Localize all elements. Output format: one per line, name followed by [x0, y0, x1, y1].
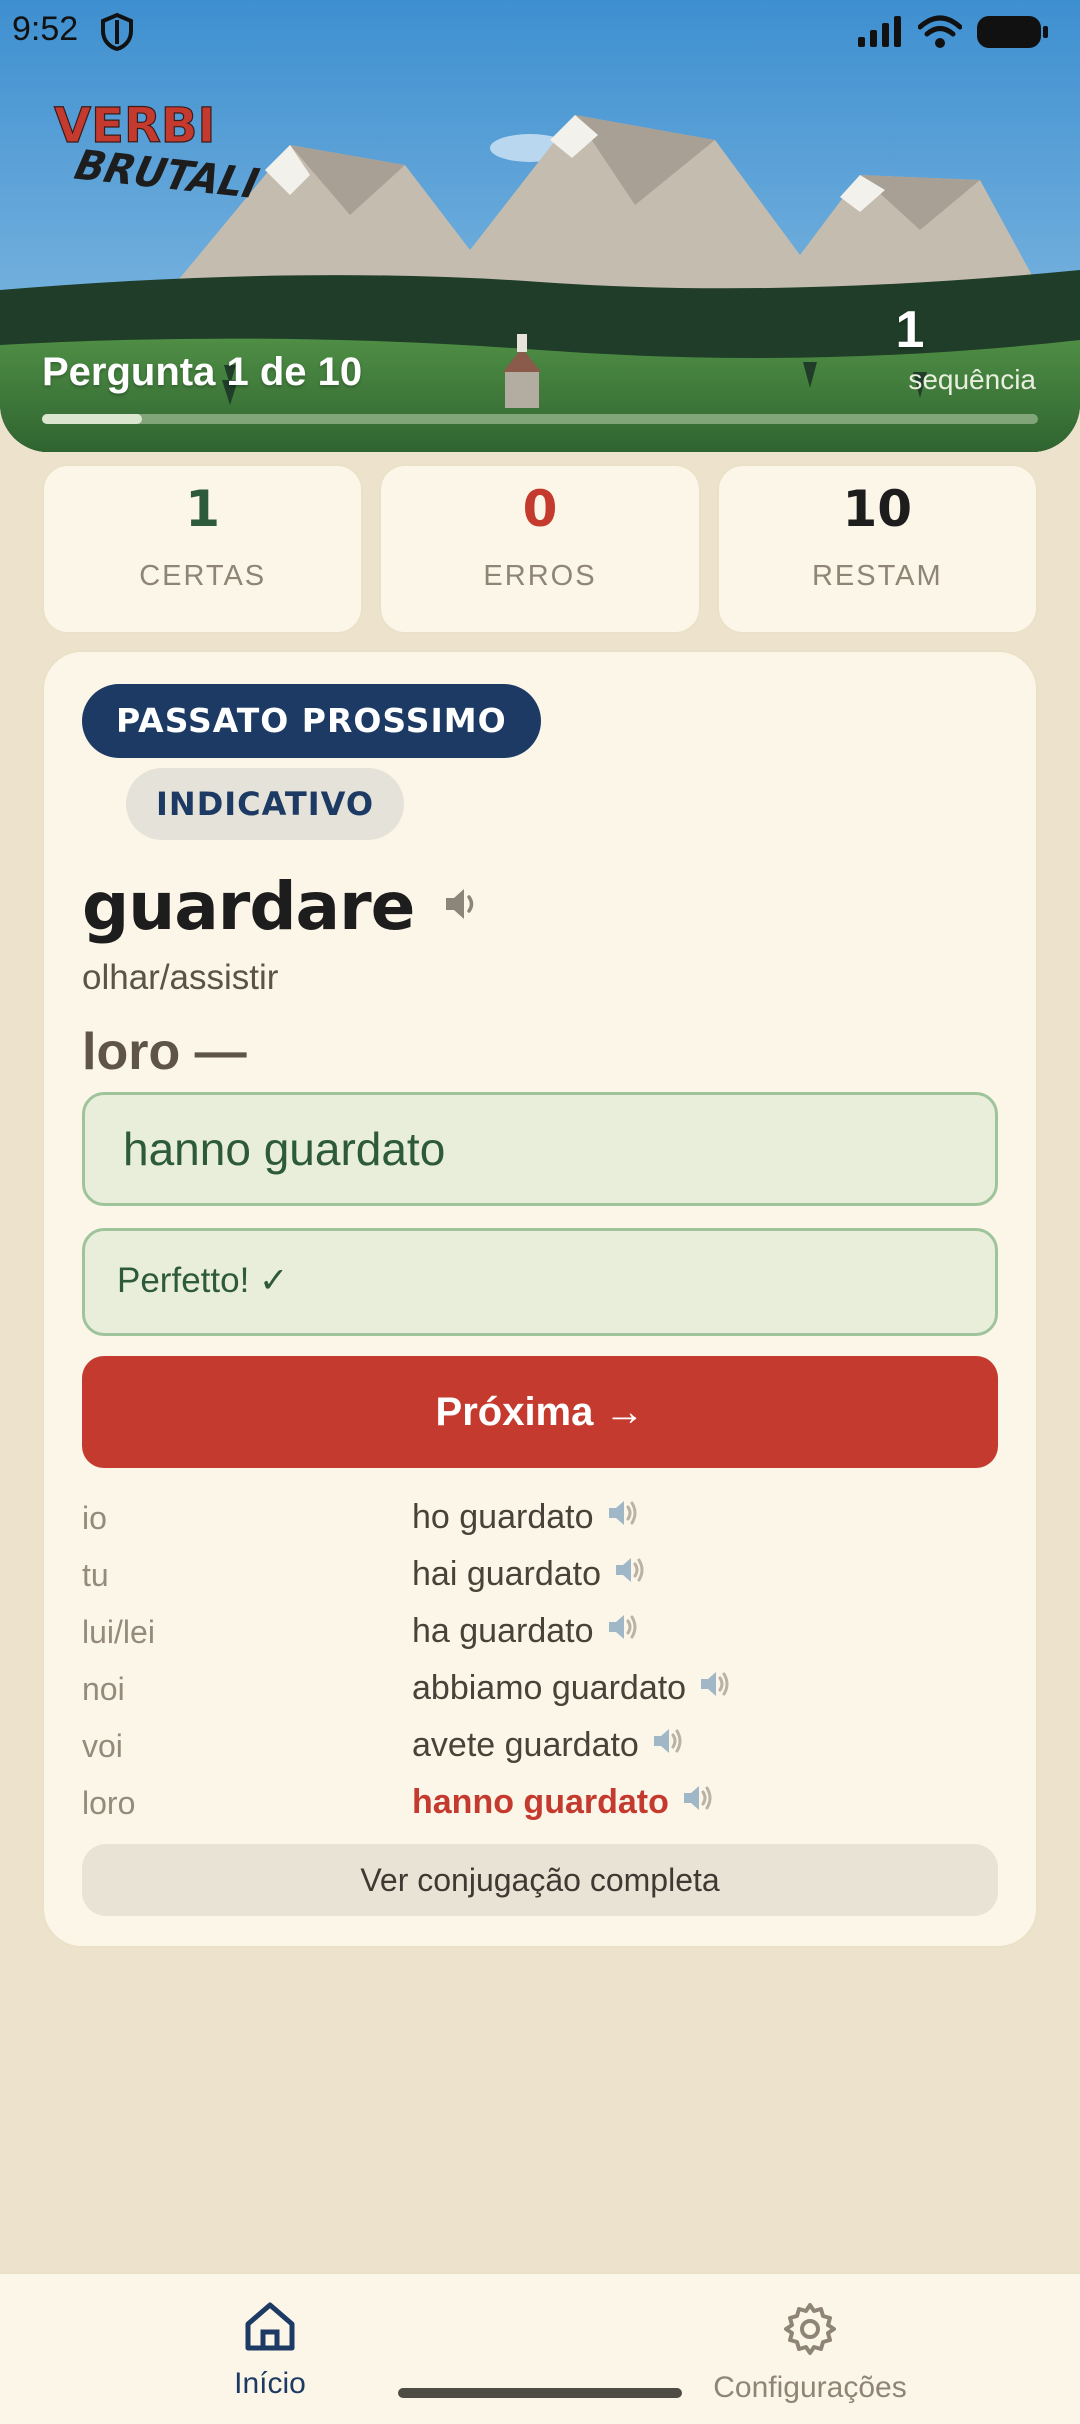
next-button[interactable]: Próxima →: [82, 1356, 998, 1468]
speaker-icon[interactable]: [651, 1726, 685, 1765]
quiz-progress-bar: [42, 414, 1038, 424]
conjugation-form: avete guardato: [412, 1726, 685, 1765]
status-bar: 9:52: [0, 0, 1080, 64]
stats-row: 1 CERTAS 0 ERROS 10 RESTAM: [42, 464, 1038, 634]
conjugation-pronoun: loro: [82, 1785, 136, 1821]
signal-icon: [856, 15, 904, 54]
streak-count: 1: [895, 301, 925, 359]
stat-correct-label: CERTAS: [139, 560, 267, 592]
conjugation-form: abbiamo guardato: [412, 1669, 732, 1708]
nav-label-settings: Configurações: [713, 2371, 907, 2404]
stat-correct-value: 1: [185, 480, 221, 538]
stat-remaining-label: RESTAM: [811, 560, 943, 592]
nav-item-home[interactable]: Início: [150, 2300, 390, 2401]
conjugation-form-text: hai guardato: [412, 1555, 602, 1593]
conjugation-row: noi abbiamo guardato: [82, 1663, 998, 1720]
bottom-navigation: Início Configurações: [0, 2272, 1080, 2424]
conjugation-form: hai guardato: [412, 1555, 647, 1594]
question-counter: Pergunta 1 de 10: [42, 350, 363, 394]
svg-text:BRUTALI: BRUTALI: [66, 141, 268, 206]
conjugation-row: lui/lei ha guardato: [82, 1606, 998, 1663]
conjugation-form: ho guardato: [412, 1498, 640, 1537]
battery-icon: [976, 14, 1050, 55]
conjugation-form-text: abbiamo guardato: [412, 1669, 687, 1707]
conjugation-pronoun: tu: [82, 1557, 109, 1593]
home-indicator: [398, 2388, 682, 2398]
conjugation-pronoun: io: [82, 1500, 107, 1536]
full-conjugation-button[interactable]: Ver conjugação completa: [82, 1844, 998, 1916]
conjugation-form-text: avete guardato: [412, 1726, 639, 1764]
conjugation-pronoun: voi: [82, 1728, 123, 1764]
conjugation-table: io ho guardato tu hai guardato lui/lei ha gua…: [82, 1492, 998, 1834]
conjugation-form: hanno guardato: [412, 1783, 715, 1822]
stat-card-correct: 1 CERTAS: [42, 464, 364, 634]
nav-label-home: Início: [234, 2367, 306, 2400]
conjugation-pronoun: noi: [82, 1671, 125, 1707]
verb-row: guardare: [82, 868, 482, 945]
stat-remaining-value: 10: [842, 480, 913, 538]
home-icon: [242, 2300, 298, 2359]
stat-errors-label: ERROS: [483, 560, 597, 592]
speaker-icon[interactable]: [442, 886, 482, 927]
speaker-icon[interactable]: [698, 1669, 732, 1708]
tense-badge: PASSATO PROSSIMO: [82, 684, 541, 758]
conjugation-form-text: hanno guardato: [412, 1783, 669, 1821]
conjugation-form-text: ha guardato: [412, 1612, 594, 1650]
answer-field[interactable]: hanno guardato: [82, 1092, 998, 1206]
conjugation-row: loro hanno guardato: [82, 1777, 998, 1834]
wifi-icon: [917, 15, 963, 54]
app-logo: VERBI BRUTALI: [50, 96, 290, 207]
shield-icon: [100, 12, 134, 57]
conjugation-pronoun: lui/lei: [82, 1614, 155, 1650]
pronoun-prompt: loro —: [82, 1023, 247, 1081]
header-banner: 9:52 VERBI BRUTALI Pergunta 1 de 10 1 se…: [0, 0, 1080, 452]
conjugation-row: voi avete guardato: [82, 1720, 998, 1777]
status-icons: [856, 14, 1050, 55]
stat-card-errors: 0 ERROS: [379, 464, 701, 634]
feedback-message: Perfetto! ✓: [82, 1228, 998, 1336]
conjugation-row: io ho guardato: [82, 1492, 998, 1549]
speaker-icon[interactable]: [681, 1783, 715, 1822]
verb-translation: olhar/assistir: [82, 958, 279, 997]
speaker-icon[interactable]: [613, 1555, 647, 1594]
nav-item-settings[interactable]: Configurações: [690, 2300, 930, 2405]
stat-card-remaining: 10 RESTAM: [716, 464, 1038, 634]
conjugation-form-text: ho guardato: [412, 1498, 594, 1536]
conjugation-row: tu hai guardato: [82, 1549, 998, 1606]
status-time: 9:52: [12, 10, 79, 48]
mood-badge: INDICATIVO: [126, 768, 405, 840]
streak-label: sequência: [908, 364, 1036, 395]
quiz-progress-fill: [42, 414, 142, 424]
conjugation-form: ha guardato: [412, 1612, 640, 1651]
gear-icon: [781, 2300, 839, 2363]
verb-infinitive: guardare: [82, 868, 415, 945]
stat-errors-value: 0: [522, 480, 558, 538]
exercise-card: PASSATO PROSSIMO INDICATIVO guardare olh…: [42, 650, 1038, 1948]
speaker-icon[interactable]: [606, 1612, 640, 1651]
speaker-icon[interactable]: [606, 1498, 640, 1537]
